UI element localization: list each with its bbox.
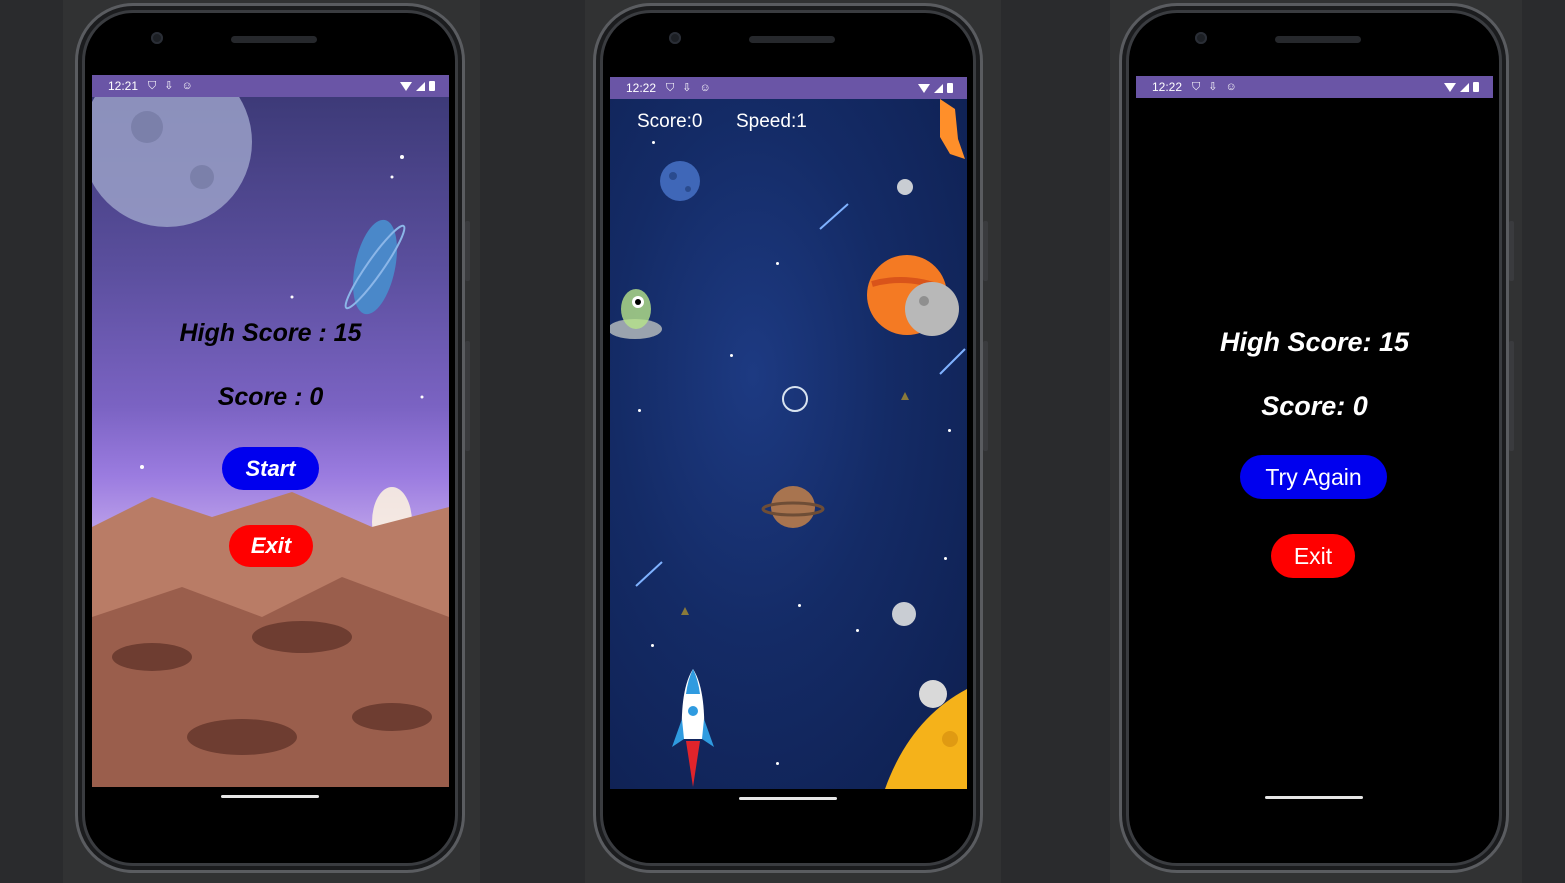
meteor-trail bbox=[635, 561, 663, 587]
enemy-rocket bbox=[940, 99, 965, 159]
speed-display: Speed:1 bbox=[736, 111, 807, 132]
battery-icon bbox=[1473, 82, 1479, 92]
star-pickup bbox=[681, 607, 689, 615]
small-rock bbox=[892, 602, 916, 626]
front-camera bbox=[669, 32, 681, 44]
shield-icon: ⛉ bbox=[148, 80, 157, 92]
battery-icon bbox=[429, 81, 435, 91]
exit-button[interactable]: Exit bbox=[229, 525, 313, 567]
download-icon: ⇩ bbox=[1208, 81, 1218, 93]
game-background bbox=[610, 99, 967, 789]
phone-gameover: 12:22 ⛉ ⇩ ☺ High Score: 15 Score: 0 Try … bbox=[1119, 3, 1514, 873]
menu-screen: 12:21 ⛉ ⇩ ☺ High Score: 15 Score: 0 St… bbox=[92, 75, 449, 787]
score-display: Score:0 bbox=[637, 111, 703, 132]
face-icon: ☺ bbox=[699, 82, 711, 94]
power-button bbox=[983, 221, 988, 281]
earpiece-speaker bbox=[749, 36, 835, 43]
star bbox=[638, 409, 641, 412]
power-button bbox=[1509, 221, 1514, 281]
ringed-planet bbox=[771, 486, 815, 528]
grey-asteroid bbox=[905, 282, 959, 336]
star-pickup bbox=[901, 392, 909, 400]
volume-button bbox=[1509, 341, 1514, 451]
blue-asteroid bbox=[660, 161, 700, 201]
star bbox=[856, 629, 859, 632]
volume-button bbox=[465, 341, 470, 451]
cellular-icon bbox=[934, 83, 943, 93]
star bbox=[390, 175, 394, 179]
moon-crater bbox=[131, 111, 163, 143]
cellular-icon bbox=[1460, 82, 1469, 92]
crater bbox=[352, 703, 432, 731]
earpiece-speaker bbox=[1275, 36, 1361, 43]
earpiece-speaker bbox=[231, 36, 317, 43]
star bbox=[730, 354, 733, 357]
try-again-button[interactable]: Try Again bbox=[1240, 455, 1387, 499]
moon-shape bbox=[92, 97, 252, 227]
status-time: 12:21 bbox=[108, 79, 139, 93]
star bbox=[290, 295, 294, 299]
small-rock bbox=[897, 179, 913, 195]
home-indicator[interactable] bbox=[739, 797, 837, 800]
exit-button[interactable]: Exit bbox=[1271, 534, 1355, 578]
robot-lander bbox=[919, 680, 947, 708]
moon-crater bbox=[190, 165, 214, 189]
ufo-dome bbox=[621, 289, 651, 329]
star bbox=[776, 262, 779, 265]
crater bbox=[187, 719, 297, 755]
cellular-icon bbox=[416, 81, 425, 91]
score-label: Score : 0 bbox=[217, 383, 324, 411]
star bbox=[400, 155, 404, 159]
wifi-icon bbox=[400, 81, 412, 91]
game-scene-art bbox=[610, 99, 967, 789]
star bbox=[776, 762, 779, 765]
meteor-trail bbox=[939, 348, 966, 375]
score-label: Score: 0 bbox=[1261, 391, 1368, 421]
gameover-screen: 12:22 ⛉ ⇩ ☺ High Score: 15 Score: 0 Try … bbox=[1136, 76, 1493, 788]
helmet bbox=[782, 386, 808, 412]
phone-menu: 12:21 ⛉ ⇩ ☺ High Score: 15 Score: 0 St… bbox=[75, 3, 470, 873]
power-button bbox=[465, 221, 470, 281]
status-time: 12:22 bbox=[1152, 80, 1183, 94]
home-indicator[interactable] bbox=[1265, 796, 1363, 799]
space-scene-art bbox=[92, 97, 449, 787]
phone-game: 12:22 ⛉ ⇩ ☺ Score:0 Speed:1 bbox=[593, 3, 988, 873]
shield-icon: ⛉ bbox=[1192, 81, 1201, 93]
star bbox=[948, 429, 951, 432]
home-indicator[interactable] bbox=[221, 795, 319, 798]
start-button[interactable]: Start bbox=[222, 447, 319, 490]
wifi-icon bbox=[1444, 82, 1456, 92]
star bbox=[140, 465, 144, 469]
high-score-label: High Score: 15 bbox=[1219, 327, 1410, 357]
star bbox=[798, 604, 801, 607]
battery-icon bbox=[947, 83, 953, 93]
status-time: 12:22 bbox=[626, 81, 657, 95]
game-screen[interactable]: 12:22 ⛉ ⇩ ☺ Score:0 Speed:1 bbox=[610, 77, 967, 789]
front-camera bbox=[151, 32, 163, 44]
shield-icon: ⛉ bbox=[666, 82, 675, 94]
status-right-icons bbox=[400, 81, 435, 91]
front-camera bbox=[1195, 32, 1207, 44]
status-bar: 12:21 ⛉ ⇩ ☺ bbox=[92, 75, 449, 97]
face-icon: ☺ bbox=[181, 80, 193, 92]
wifi-icon bbox=[918, 83, 930, 93]
star bbox=[944, 557, 947, 560]
crater bbox=[252, 621, 352, 653]
crater bbox=[112, 643, 192, 671]
high-score-label: High Score : 15 bbox=[179, 319, 362, 347]
volume-button bbox=[983, 341, 988, 451]
status-right-icons bbox=[1444, 82, 1479, 92]
player-rocket bbox=[672, 669, 714, 787]
download-icon: ⇩ bbox=[164, 80, 174, 92]
status-bar: 12:22 ⛉ ⇩ ☺ bbox=[1136, 76, 1493, 98]
star bbox=[652, 141, 655, 144]
download-icon: ⇩ bbox=[682, 82, 692, 94]
status-right-icons bbox=[918, 83, 953, 93]
face-icon: ☺ bbox=[1225, 81, 1237, 93]
status-bar: 12:22 ⛉ ⇩ ☺ bbox=[610, 77, 967, 99]
space-background: High Score : 15 Score : 0 Start Exit bbox=[92, 97, 449, 787]
meteor-trail bbox=[819, 203, 849, 230]
star bbox=[651, 644, 654, 647]
